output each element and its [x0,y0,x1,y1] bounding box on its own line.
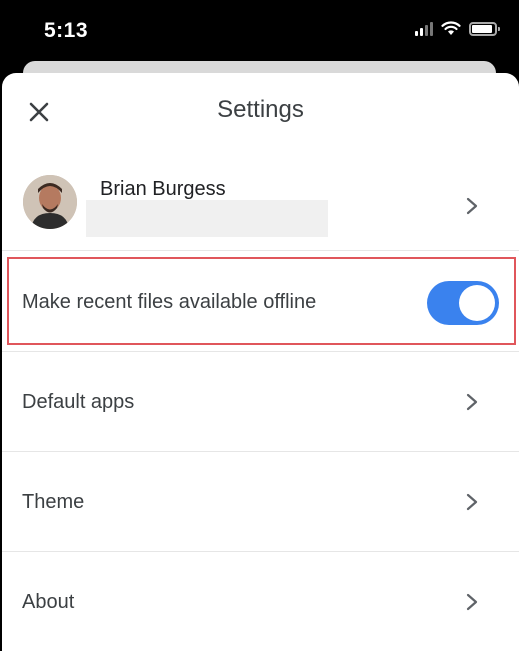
toggle-knob [459,285,495,321]
theme-row[interactable]: Theme [2,452,519,552]
settings-sheet: Settings Brian Burgess Make recent files… [2,73,519,651]
cellular-signal-icon [415,21,433,36]
account-email-redacted [86,200,328,237]
chevron-right-icon [466,197,478,215]
page-title: Settings [217,96,304,123]
chevron-right-icon [466,593,478,611]
account-name: Brian Burgess [100,178,226,200]
status-bar: 5:13 [0,0,519,62]
chevron-right-icon [466,493,478,511]
theme-label: Theme [22,491,85,513]
offline-toggle[interactable] [427,281,499,325]
battery-icon [469,21,500,36]
status-icons [415,21,500,36]
default-apps-label: Default apps [22,391,135,413]
wifi-icon [441,21,461,35]
avatar [23,175,77,229]
about-row[interactable]: About [2,552,519,651]
chevron-right-icon [466,393,478,411]
settings-header: Settings [2,73,519,151]
default-apps-row[interactable]: Default apps [2,352,519,452]
account-row[interactable]: Brian Burgess [2,163,519,251]
about-label: About [22,591,75,613]
status-time: 5:13 [44,19,89,42]
